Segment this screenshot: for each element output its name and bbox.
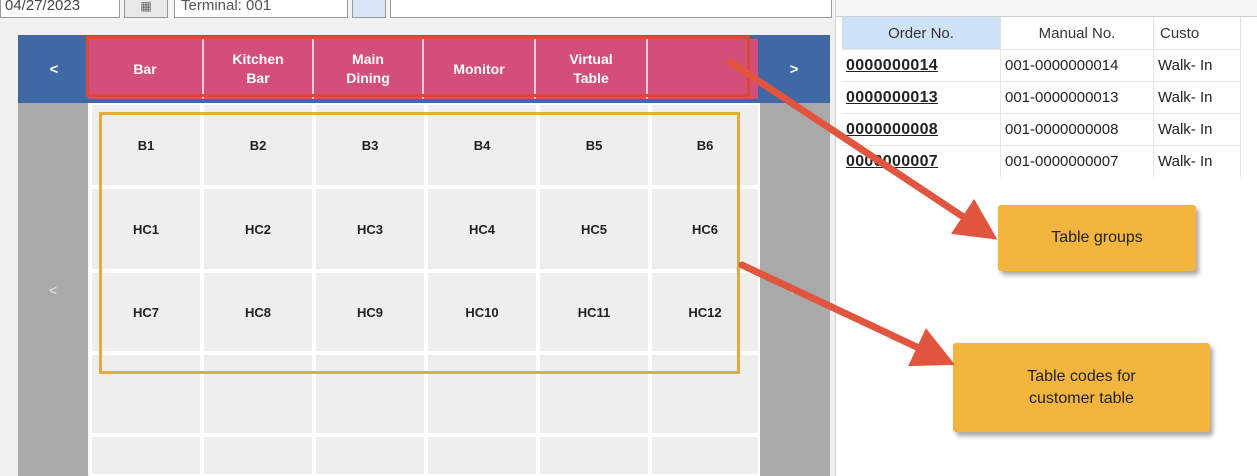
- group-label: Virtual: [569, 51, 613, 67]
- orders-header-row: Order No. Manual No. Custo: [842, 17, 1241, 50]
- callout-text: Table codes for: [1027, 367, 1136, 385]
- table-tile[interactable]: B4: [426, 103, 538, 187]
- group-label: Kitchen: [232, 51, 284, 67]
- callout-text: customer table: [1029, 389, 1134, 407]
- table-tile[interactable]: HC2: [202, 187, 314, 271]
- order-number[interactable]: 0000000014: [842, 49, 1001, 82]
- table-tile[interactable]: HC7: [90, 271, 202, 353]
- table-tile[interactable]: [538, 435, 650, 476]
- manual-number: 001-0000000013: [1000, 81, 1154, 114]
- table-tile[interactable]: B1: [90, 103, 202, 187]
- column-header-order-no[interactable]: Order No.: [842, 17, 1001, 50]
- calendar-icon: ▦: [140, 0, 152, 13]
- table-tile[interactable]: HC1: [90, 187, 202, 271]
- customer-name: Walk- In: [1153, 113, 1241, 146]
- top-toolbar: 04/27/2023 ▦ Terminal: 001: [0, 0, 835, 22]
- callout-text: Table groups: [1051, 229, 1143, 246]
- manual-number: 001-0000000008: [1000, 113, 1154, 146]
- table-tile[interactable]: [90, 353, 202, 435]
- column-header-customer[interactable]: Custo: [1153, 17, 1241, 50]
- table-tile[interactable]: B2: [202, 103, 314, 187]
- table-tile[interactable]: [202, 435, 314, 476]
- column-header-manual-no[interactable]: Manual No.: [1000, 17, 1154, 50]
- group-button-empty[interactable]: [648, 39, 758, 99]
- table-tile[interactable]: B5: [538, 103, 650, 187]
- table-tile[interactable]: [538, 353, 650, 435]
- table-next-button[interactable]: >: [760, 103, 830, 476]
- table-tile[interactable]: [650, 435, 760, 476]
- table-tile[interactable]: [90, 435, 202, 476]
- table-tile[interactable]: HC9: [314, 271, 426, 353]
- group-button-kitchen-bar[interactable]: Kitchen Bar: [204, 39, 314, 99]
- table-tile[interactable]: [426, 435, 538, 476]
- group-label: Main: [352, 51, 384, 67]
- table-tile[interactable]: HC4: [426, 187, 538, 271]
- search-field[interactable]: [390, 0, 832, 18]
- orders-table: Order No. Manual No. Custo 0000000014 00…: [842, 17, 1241, 177]
- table-tile[interactable]: [202, 353, 314, 435]
- table-tile[interactable]: HC11: [538, 271, 650, 353]
- table-tile[interactable]: HC10: [426, 271, 538, 353]
- customer-name: Walk- In: [1153, 145, 1241, 177]
- customer-name: Walk- In: [1153, 81, 1241, 114]
- order-number[interactable]: 0000000007: [842, 145, 1001, 177]
- group-label: Bar: [133, 60, 157, 77]
- table-row[interactable]: 0000000008 001-0000000008 Walk- In: [842, 113, 1241, 146]
- group-label: Table: [573, 70, 609, 86]
- group-prev-button[interactable]: <: [18, 35, 90, 103]
- group-button-monitor[interactable]: Monitor: [424, 39, 536, 99]
- table-tile[interactable]: [426, 353, 538, 435]
- table-row[interactable]: 0000000007 001-0000000007 Walk- In: [842, 145, 1241, 177]
- manual-number: 001-0000000014: [1000, 49, 1154, 82]
- table-tile[interactable]: HC5: [538, 187, 650, 271]
- group-button-virtual-table[interactable]: Virtual Table: [536, 39, 648, 99]
- group-button-main-dining[interactable]: Main Dining: [314, 39, 424, 99]
- table-tile[interactable]: B3: [314, 103, 426, 187]
- table-tile[interactable]: B6: [650, 103, 760, 187]
- terminal-picker-button[interactable]: [352, 0, 386, 18]
- callout-table-groups: Table groups: [998, 205, 1196, 271]
- table-grid-area: < > B1 B2 B3 B4 B5 B6 HC1 HC2 HC3 HC4 HC…: [18, 103, 830, 476]
- manual-number: 001-0000000007: [1000, 145, 1154, 177]
- table-tile[interactable]: [314, 435, 426, 476]
- table-tile[interactable]: HC12: [650, 271, 760, 353]
- table-selection-panel: < Bar Kitchen Bar Main Dining Monitor Virt…: [0, 22, 835, 476]
- group-next-button[interactable]: >: [758, 35, 830, 103]
- order-number[interactable]: 0000000013: [842, 81, 1001, 114]
- customer-name: Walk- In: [1153, 49, 1241, 82]
- table-prev-button[interactable]: <: [18, 103, 88, 476]
- table-tile[interactable]: HC3: [314, 187, 426, 271]
- group-label: Dining: [346, 70, 390, 86]
- table-tile[interactable]: HC6: [650, 187, 760, 271]
- group-label: Monitor: [453, 60, 505, 77]
- group-label: Bar: [246, 70, 270, 86]
- callout-table-codes: Table codes for customer table: [953, 343, 1210, 432]
- terminal-field[interactable]: Terminal: 001: [174, 0, 348, 18]
- orders-tab-strip: [836, 0, 1257, 17]
- table-tile[interactable]: [314, 353, 426, 435]
- table-tile[interactable]: HC8: [202, 271, 314, 353]
- table-group-bar: < Bar Kitchen Bar Main Dining Monitor Virt…: [18, 35, 830, 103]
- calendar-button[interactable]: ▦: [124, 0, 168, 18]
- table-tile[interactable]: [650, 353, 760, 435]
- table-row[interactable]: 0000000013 001-0000000013 Walk- In: [842, 81, 1241, 114]
- order-number[interactable]: 0000000008: [842, 113, 1001, 146]
- group-button-bar[interactable]: Bar: [88, 39, 204, 99]
- table-row[interactable]: 0000000014 001-0000000014 Walk- In: [842, 49, 1241, 82]
- date-field[interactable]: 04/27/2023: [0, 0, 120, 18]
